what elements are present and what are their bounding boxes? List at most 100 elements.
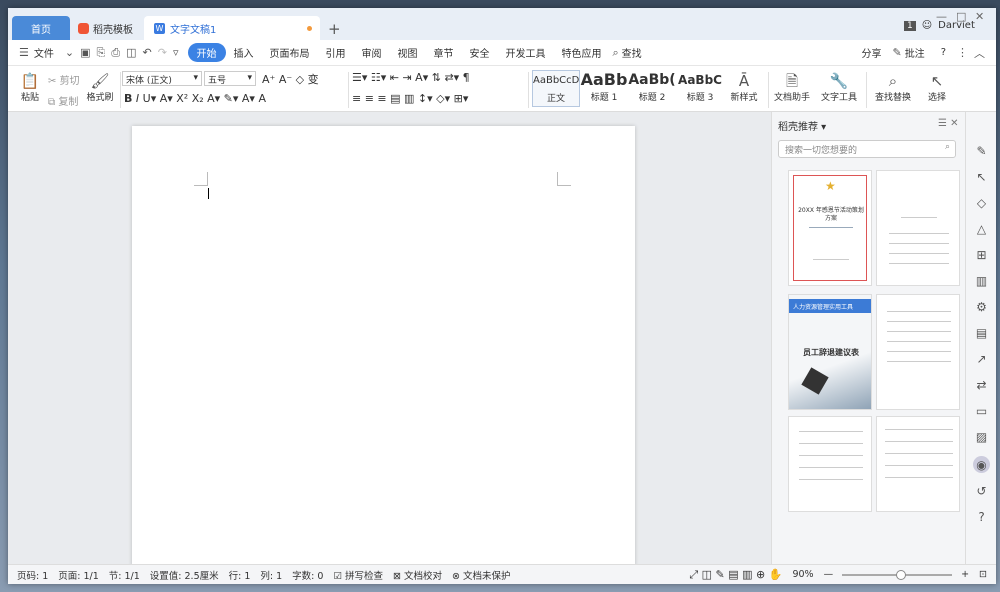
undo-icon[interactable]: ↶	[140, 46, 155, 59]
style-heading1[interactable]: AaBb 标题 1	[580, 70, 628, 107]
copy-button[interactable]: ⧉ 复制	[48, 93, 78, 108]
file-menu[interactable]: 文件	[32, 45, 62, 60]
print-icon[interactable]: ⎙	[108, 46, 123, 60]
proofread-button[interactable]: ⊠ 文档校对	[388, 568, 447, 582]
zoom-level[interactable]: 90%	[787, 569, 818, 580]
alignment-tools[interactable]: ≡ ≡ ≡ ▤ ▥ ↕▾ ◇▾ ⊞▾	[352, 92, 468, 105]
comment-button[interactable]: 批注	[905, 45, 933, 60]
share-button[interactable]: 分享	[853, 45, 889, 60]
thumb-line	[799, 455, 863, 456]
image-icon[interactable]: ▨	[973, 428, 990, 445]
document-page[interactable]	[132, 126, 635, 566]
help-button[interactable]: ?	[933, 47, 954, 58]
more-icon[interactable]: ⋮	[954, 46, 971, 59]
font-format-tools[interactable]: B I U▾ A▾ X² X₂ A▾ ✎▾ A▾ A	[124, 92, 266, 105]
tab-templates[interactable]: 稻壳模板	[68, 16, 144, 40]
menu-insert[interactable]: 插入	[226, 45, 262, 60]
template-thumb-5[interactable]	[788, 416, 872, 512]
template-panel-icon[interactable]: ◉	[973, 456, 990, 473]
spell-check-button[interactable]: ☑ 拼写检查	[328, 568, 388, 582]
view-mode-icons[interactable]: ⤢ ◫ ✎ ▤ ▥ ⊕ ✋	[684, 568, 787, 582]
menu-references[interactable]: 引用	[318, 45, 354, 60]
save-icon[interactable]: ▣	[77, 46, 93, 59]
zoom-out-button[interactable]: —	[819, 569, 839, 580]
menu-developer[interactable]: 开发工具	[498, 45, 554, 60]
cut-button[interactable]: ✂ 剪切	[48, 72, 80, 87]
template-thumb-4[interactable]	[876, 294, 960, 410]
menu-layout[interactable]: 页面布局	[262, 45, 318, 60]
menu-bar: ☰ 文件 ⌄ ▣ ⎘ ⎙ ◫ ↶ ↷ ▿ 开始 插入 页面布局 引用 审阅 视图…	[8, 40, 996, 66]
menu-review[interactable]: 审阅	[354, 45, 390, 60]
thumb-line	[887, 331, 951, 332]
style-normal[interactable]: AaBbCcDd 正文	[532, 70, 580, 107]
menu-home[interactable]: 开始	[187, 43, 226, 62]
menu-view[interactable]: 视图	[390, 45, 426, 60]
status-row: 行: 1	[228, 570, 251, 582]
tab-home[interactable]: 首页	[12, 16, 70, 40]
format-icon[interactable]: △	[973, 220, 990, 237]
font-size-select[interactable]: 五号 ▾	[204, 71, 256, 86]
menu-search[interactable]: 查找	[622, 45, 650, 60]
menu-chapter[interactable]: 章节	[426, 45, 462, 60]
margin-mark-right	[557, 172, 571, 186]
redo-icon[interactable]: ↷	[155, 46, 170, 59]
font-size-tools[interactable]: A⁺ A⁻ ◇ 变	[262, 71, 319, 87]
new-style-button[interactable]: Ā 新样式	[726, 72, 762, 103]
translate-icon[interactable]: ⇄	[973, 376, 990, 393]
find-replace-button[interactable]: ⌕ 查找替换	[870, 72, 916, 103]
star-icon: ★	[825, 179, 836, 193]
template-thumb-3[interactable]: 人力资源管理实用工具 员工辞退建议表	[788, 294, 872, 410]
tab-document[interactable]: W 文字文稿1	[144, 16, 320, 40]
close-button[interactable]: ✕	[975, 10, 984, 23]
doc-icon[interactable]: ▤	[973, 324, 990, 341]
zoom-slider-handle[interactable]	[896, 569, 907, 580]
shapes-icon[interactable]: ◇	[973, 194, 990, 211]
menu-security[interactable]: 安全	[462, 45, 498, 60]
font-family-select[interactable]: 宋体 (正文) ▾	[122, 71, 202, 86]
cursor-icon[interactable]: ↖	[973, 168, 990, 185]
print-preview-icon[interactable]: ◫	[123, 46, 139, 59]
customize-qa-icon[interactable]: ▿	[170, 46, 182, 59]
doc-assistant-button[interactable]: 🗎 文档助手	[772, 72, 812, 103]
thumb-line	[799, 431, 863, 432]
fit-window-icon[interactable]: ⊡	[974, 569, 992, 580]
maximize-button[interactable]: □	[956, 10, 966, 23]
menu-special[interactable]: 特色应用	[554, 45, 610, 60]
minimize-button[interactable]: —	[936, 10, 947, 23]
hamburger-icon[interactable]: ☰	[16, 46, 32, 59]
style-heading2[interactable]: AaBb(标题 2	[628, 70, 676, 107]
text-tools-button[interactable]: 🔧 文字工具	[816, 72, 862, 103]
status-words[interactable]: 字数: 0	[287, 568, 328, 582]
ribbon: 📋 粘贴 ✂ 剪切 ⧉ 复制 🖌 格式刷 宋体 (正文) ▾ 五号 ▾ A⁺ A⁻ ◇ …	[8, 66, 996, 112]
format-painter-button[interactable]: 🖌 格式刷	[84, 72, 116, 103]
panel-search-input[interactable]: 搜索一切您想要的 ⌕	[778, 140, 956, 158]
table-icon[interactable]: ⊞	[973, 246, 990, 263]
settings-icon[interactable]: ⚙	[973, 298, 990, 315]
new-style-icon: Ā	[738, 72, 750, 90]
export-pdf-icon[interactable]: ⎘	[94, 46, 109, 60]
style-heading3[interactable]: AaBbC 标题 3	[676, 70, 724, 107]
template-thumb-2[interactable]	[876, 170, 960, 286]
help-icon[interactable]: ?	[973, 508, 990, 525]
template-thumb-6[interactable]	[876, 416, 960, 512]
panel-title[interactable]: 稻壳推荐 ▾	[778, 118, 826, 133]
new-tab-button[interactable]: +	[328, 20, 341, 38]
pen-icon[interactable]: ✎	[973, 142, 990, 159]
chart-icon[interactable]: ▥	[973, 272, 990, 289]
text-tools-label: 文字工具	[820, 93, 857, 103]
history-icon[interactable]: ↺	[973, 482, 990, 499]
panel-controls[interactable]: ☰ ✕	[938, 118, 959, 129]
tab-home-label: 首页	[31, 24, 51, 36]
protect-button[interactable]: ⊗ 文档未保护	[447, 568, 516, 582]
list-indent-tools[interactable]: ☰▾ ☷▾ ⇤ ⇥ A▾ ⇅ ⇄▾ ¶	[352, 71, 470, 84]
share-icon[interactable]: ↗	[973, 350, 990, 367]
archive-icon[interactable]: ▭	[973, 402, 990, 419]
paste-button[interactable]: 📋 粘贴	[14, 72, 46, 103]
search-icon[interactable]: ⌕	[610, 46, 622, 60]
template-thumb-1[interactable]: ★ 20XX 年感恩节活动策划方案	[788, 170, 872, 286]
zoom-slider[interactable]	[842, 569, 953, 580]
zoom-in-button[interactable]: +	[956, 569, 974, 580]
collapse-ribbon-icon[interactable]: ︿	[971, 45, 988, 61]
select-button[interactable]: ↖ 选择	[920, 72, 954, 103]
chevron-down-icon[interactable]: ⌄	[62, 46, 77, 59]
